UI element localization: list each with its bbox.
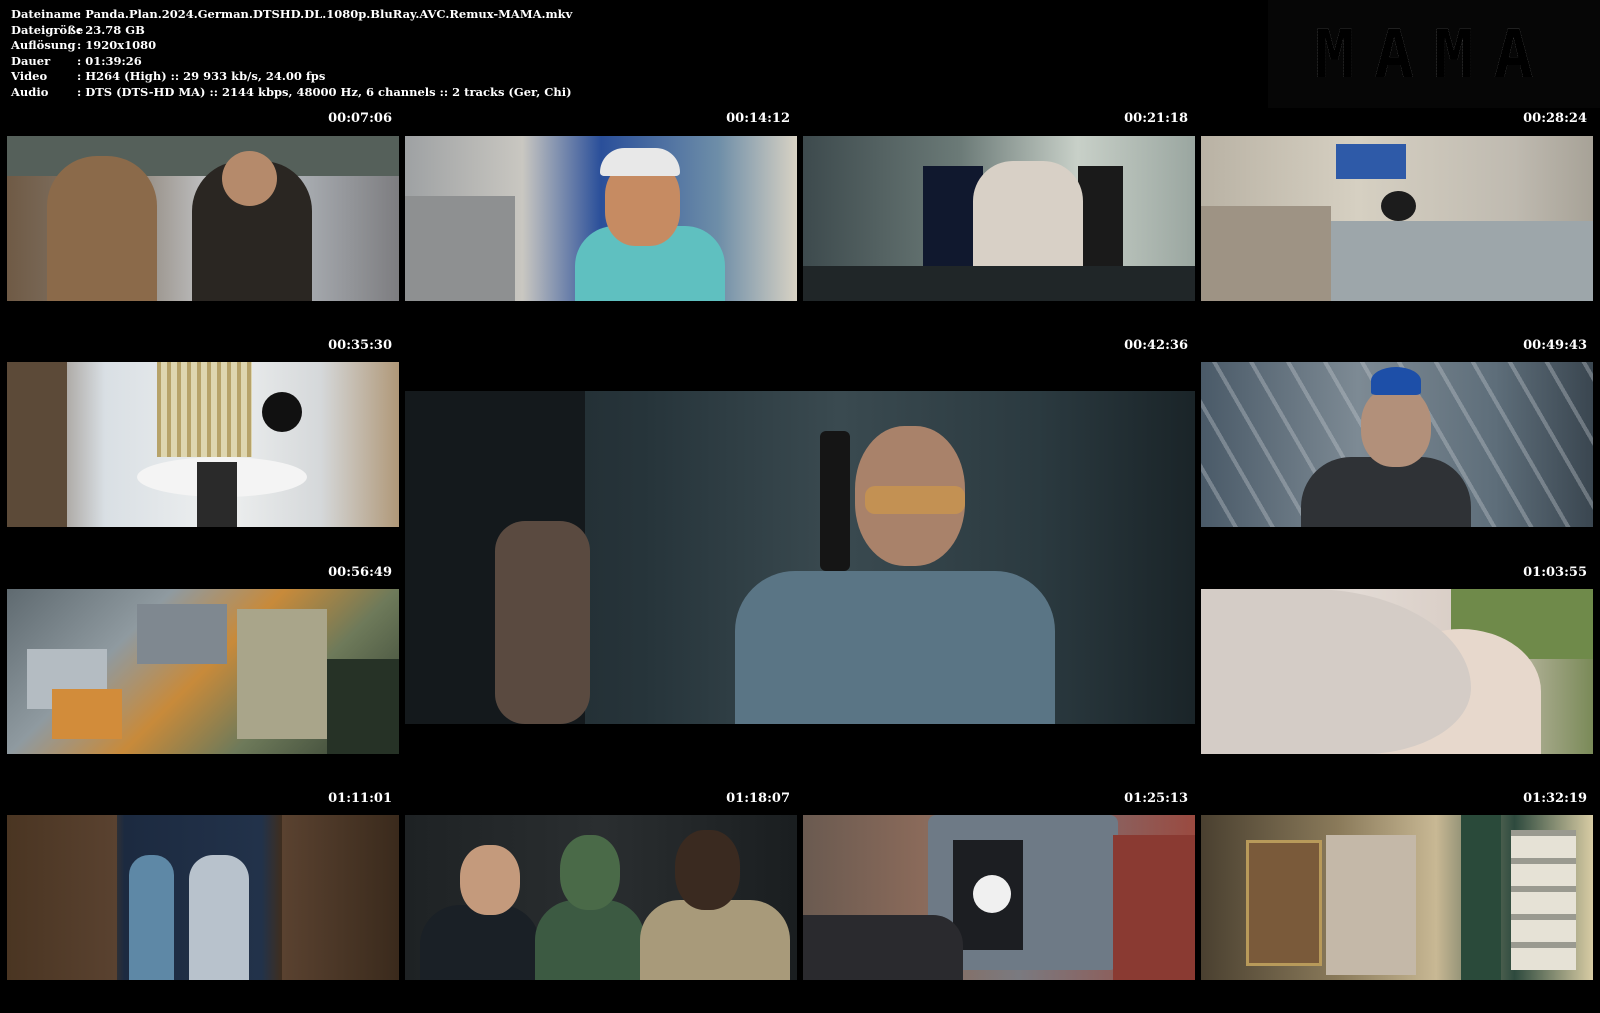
timestamp: 00:21:18 [1124, 111, 1188, 126]
info-value: DTS (DTS-HD MA) :: 2144 kbps, 48000 Hz, … [77, 85, 571, 101]
info-row-filename: Dateiname Panda.Plan.2024.German.DTSHD.D… [11, 7, 572, 23]
timestamp: 01:18:07 [726, 791, 790, 806]
thumbnail-frame-4 [1201, 136, 1593, 301]
thumbnail-frame-11 [405, 815, 797, 980]
thumbnail-frame-7 [1201, 362, 1593, 527]
logo-text: MAMA [1314, 15, 1554, 93]
info-value: H264 (High) :: 29 933 kb/s, 24.00 fps [77, 69, 325, 85]
thumbnail-frame-10 [7, 815, 399, 980]
info-row-duration: Dauer 01:39:26 [11, 54, 572, 70]
file-info-block: Dateiname Panda.Plan.2024.German.DTSHD.D… [11, 7, 572, 101]
info-label: Dateigröße [11, 22, 84, 37]
info-value: Panda.Plan.2024.German.DTSHD.DL.1080p.Bl… [77, 7, 572, 23]
thumbnail-frame-5 [7, 362, 399, 527]
thumbnail-frame-9 [1201, 589, 1593, 754]
timestamp: 00:28:24 [1523, 111, 1587, 126]
info-row-filesize: Dateigröße 23.78 GB [11, 23, 572, 39]
info-label: Video [11, 69, 48, 84]
timestamp: 01:32:19 [1523, 791, 1587, 806]
timestamp: 01:03:55 [1523, 565, 1587, 580]
thumbnail-frame-12 [803, 815, 1195, 980]
info-label: Audio [11, 84, 49, 99]
thumbnail-frame-8 [7, 589, 399, 754]
thumbnail-frame-1 [7, 136, 399, 301]
thumbnail-frame-2 [405, 136, 797, 301]
info-value: 01:39:26 [77, 54, 142, 70]
info-value: 23.78 GB [77, 23, 145, 39]
timestamp: 01:11:01 [328, 791, 392, 806]
timestamp: 00:49:43 [1523, 338, 1587, 353]
timestamp: 01:25:13 [1124, 791, 1188, 806]
info-label: Dauer [11, 53, 51, 68]
timestamp: 00:07:06 [328, 111, 392, 126]
thumbnail-frame-6-large [405, 391, 1195, 724]
info-row-resolution: Auflösung 1920x1080 [11, 38, 572, 54]
info-row-video: Video H264 (High) :: 29 933 kb/s, 24.00 … [11, 69, 572, 85]
timestamp: 00:56:49 [328, 565, 392, 580]
timestamp: 00:14:12 [726, 111, 790, 126]
info-value: 1920x1080 [77, 38, 156, 54]
info-label: Dateiname [11, 7, 81, 21]
timestamp: 00:35:30 [328, 338, 392, 353]
thumbnail-frame-3 [803, 136, 1195, 301]
release-group-logo: MAMA [1268, 0, 1600, 108]
thumbnail-frame-13 [1201, 815, 1593, 980]
timestamp: 00:42:36 [1124, 338, 1188, 353]
info-row-audio: Audio DTS (DTS-HD MA) :: 2144 kbps, 4800… [11, 85, 572, 101]
info-label: Auflösung [11, 38, 76, 53]
